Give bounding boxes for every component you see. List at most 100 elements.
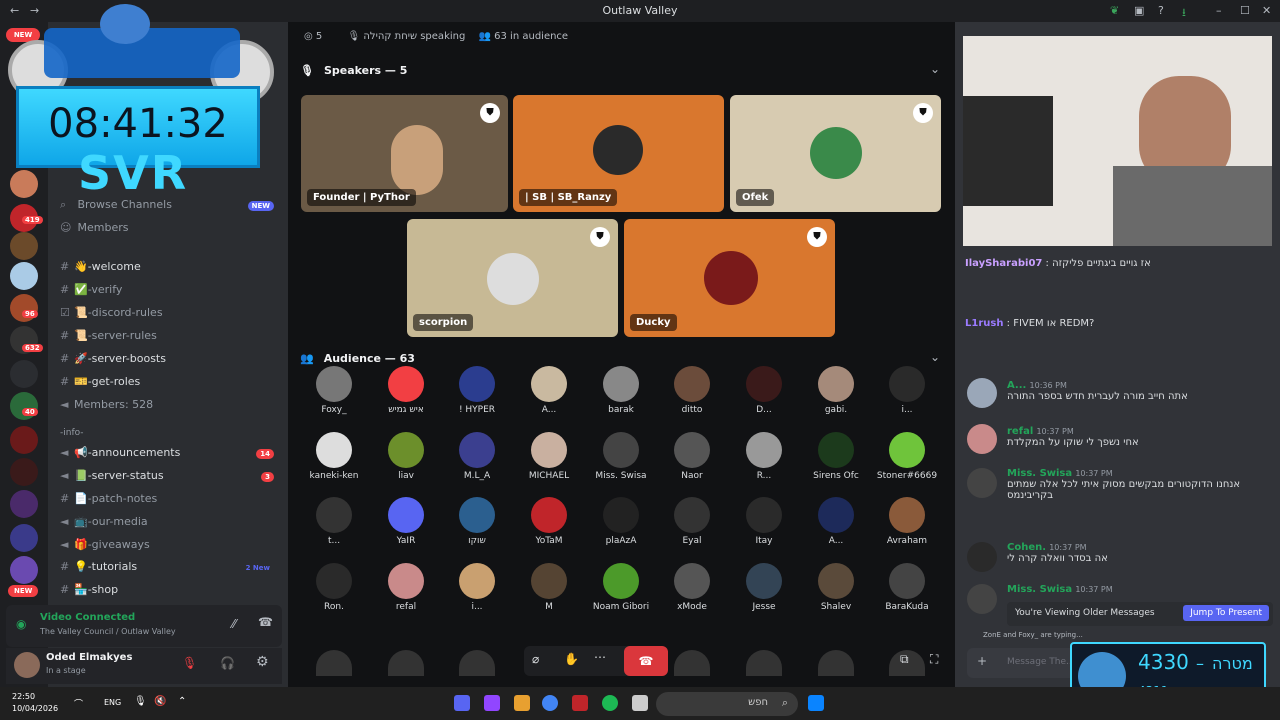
- speaker-tile-ducky[interactable]: ⛊ Ducky: [624, 219, 835, 337]
- speaker-tile-pythor[interactable]: ⛊ Founder | PyThor: [301, 95, 508, 212]
- audience-member[interactable]: plaAzA: [585, 497, 657, 546]
- channel-discord-rules[interactable]: ☑ 📜-discord-rules: [48, 306, 280, 326]
- audience-member[interactable]: BaraKuda: [871, 563, 943, 612]
- avatar[interactable]: [967, 378, 997, 408]
- audience-member[interactable]: Stoner#6669: [871, 432, 943, 481]
- audience-member[interactable]: i...: [871, 366, 943, 415]
- audience-member[interactable]: Jesse: [728, 563, 800, 612]
- help-icon[interactable]: ?: [1158, 4, 1164, 17]
- speaker-tile-scorpion[interactable]: ⛊ scorpion: [407, 219, 618, 337]
- settings-gear-icon[interactable]: ⚙: [256, 654, 269, 670]
- chrome-taskbar-icon[interactable]: [542, 695, 558, 711]
- spotify-taskbar-icon[interactable]: [602, 695, 618, 711]
- minimize-icon[interactable]: –: [1216, 4, 1222, 17]
- channel-shop[interactable]: # 🏪-shop: [48, 583, 280, 603]
- wifi-icon[interactable]: ⌒: [74, 697, 83, 710]
- avatar[interactable]: [14, 652, 40, 678]
- server-icon[interactable]: [10, 426, 38, 454]
- audience-member[interactable]: Avraham: [871, 497, 943, 546]
- video-off-icon[interactable]: ⌀: [532, 652, 539, 666]
- audience-member[interactable]: Itay: [728, 497, 800, 546]
- raise-hand-icon[interactable]: ✋: [564, 652, 579, 666]
- audience-member[interactable]: MICHAEL: [513, 432, 585, 481]
- audience-member[interactable]: YoTaM: [513, 497, 585, 546]
- audience-member[interactable]: Noam Gibori: [585, 563, 657, 612]
- audience-member[interactable]: barak: [585, 366, 657, 415]
- discord-taskbar-icon[interactable]: [454, 695, 470, 711]
- server-icon[interactable]: [10, 490, 38, 518]
- audience-member[interactable]: Naor: [656, 432, 728, 481]
- add-attachment-icon[interactable]: +: [977, 654, 987, 668]
- audience-member[interactable]: Eyal: [656, 497, 728, 546]
- channel-get-roles[interactable]: # 🎫-get-roles: [48, 375, 280, 395]
- avatar[interactable]: [746, 650, 782, 676]
- volume-icon[interactable]: 🔇: [154, 696, 166, 707]
- avatar[interactable]: [967, 424, 997, 454]
- language-indicator[interactable]: ENG: [104, 698, 121, 707]
- audience-member[interactable]: xMode: [656, 563, 728, 612]
- fullscreen-icon[interactable]: ⛶: [930, 652, 938, 667]
- inbox-icon[interactable]: ▣: [1134, 4, 1144, 17]
- audience-member[interactable]: i...: [441, 563, 513, 612]
- deafen-icon[interactable]: 🎧: [220, 656, 235, 670]
- channel-server-boosts[interactable]: # 🚀-server-boosts: [48, 352, 280, 372]
- channel-giveaways[interactable]: ◄ 🎁-giveaways: [48, 538, 280, 558]
- category-info[interactable]: -info-: [48, 428, 280, 448]
- audience-member[interactable]: Sirens Ofc: [800, 432, 872, 481]
- audience-member[interactable]: M.L_A: [441, 432, 513, 481]
- channel-members-count[interactable]: ◄ Members: 528: [48, 398, 280, 418]
- audience-member[interactable]: t...: [298, 497, 370, 546]
- chevron-up-icon[interactable]: ⌃: [178, 696, 186, 707]
- channel-tutorials[interactable]: # 💡-tutorials 2 New: [48, 560, 280, 580]
- server-icon[interactable]: [10, 232, 38, 260]
- channel-server-status[interactable]: ◄ 📗-server-status 3: [48, 469, 280, 489]
- server-icon[interactable]: [10, 524, 38, 552]
- server-icon[interactable]: [10, 262, 38, 290]
- audience-member[interactable]: ditto: [656, 366, 728, 415]
- channel-announcements[interactable]: ◄ 📢-announcements 14: [48, 446, 280, 466]
- audience-member[interactable]: Shalev: [800, 563, 872, 612]
- audience-member[interactable]: ! HYPER: [441, 366, 513, 415]
- audience-member[interactable]: D...: [728, 366, 800, 415]
- leave-stage-button[interactable]: ☎: [624, 646, 668, 676]
- channel-verify[interactable]: # ✅-verify: [48, 283, 280, 303]
- chevron-down-icon[interactable]: ⌄: [930, 62, 940, 76]
- speaker-tile-ranzy[interactable]: | SB | SB_Ranzy: [513, 95, 724, 212]
- channel-welcome[interactable]: # 👋-welcome: [48, 260, 280, 280]
- audience-member[interactable]: R...: [728, 432, 800, 481]
- disconnect-icon[interactable]: ☎: [258, 615, 273, 629]
- audience-member[interactable]: A...: [513, 366, 585, 415]
- jump-to-present-button[interactable]: Jump To Present: [1183, 605, 1269, 621]
- app-taskbar-icon[interactable]: [514, 695, 530, 711]
- audience-member[interactable]: refal: [370, 563, 442, 612]
- popout-icon[interactable]: ⧉: [900, 652, 909, 667]
- audience-member[interactable]: gabi.: [800, 366, 872, 415]
- server-icon[interactable]: [10, 360, 38, 388]
- noise-icon[interactable]: ⁄⁄: [232, 617, 236, 631]
- audience-member[interactable]: kaneki-ken: [298, 432, 370, 481]
- audience-member[interactable]: Ron.: [298, 563, 370, 612]
- mic-muted-icon[interactable]: 🎙: [182, 656, 197, 670]
- mic-icon[interactable]: 🎙: [134, 696, 147, 707]
- maximize-icon[interactable]: ☐: [1240, 4, 1250, 17]
- download-icon[interactable]: ⭳: [1182, 4, 1186, 23]
- audience-member[interactable]: שוקו: [441, 497, 513, 546]
- audience-member[interactable]: איש גמיש: [370, 366, 442, 415]
- taskbar-search[interactable]: חפש ⌕: [656, 692, 798, 716]
- avatar[interactable]: [818, 650, 854, 676]
- avatar[interactable]: [316, 650, 352, 676]
- channel-server-rules[interactable]: # 📜-server-rules: [48, 329, 280, 349]
- close-icon[interactable]: ✕: [1262, 4, 1271, 17]
- audience-member[interactable]: A...: [800, 497, 872, 546]
- avatar[interactable]: [967, 584, 997, 614]
- members-link[interactable]: ☺ Members: [48, 221, 280, 241]
- explorer-taskbar-icon[interactable]: [632, 695, 648, 711]
- windows-start-icon[interactable]: [808, 695, 824, 711]
- server-icon[interactable]: [10, 458, 38, 486]
- audience-member[interactable]: Foxy_: [298, 366, 370, 415]
- audience-member[interactable]: M: [513, 563, 585, 612]
- server-icon[interactable]: [10, 556, 38, 584]
- more-icon[interactable]: ⋯: [594, 650, 606, 664]
- avatar[interactable]: [674, 650, 710, 676]
- nitro-icon[interactable]: ❦: [1110, 4, 1119, 17]
